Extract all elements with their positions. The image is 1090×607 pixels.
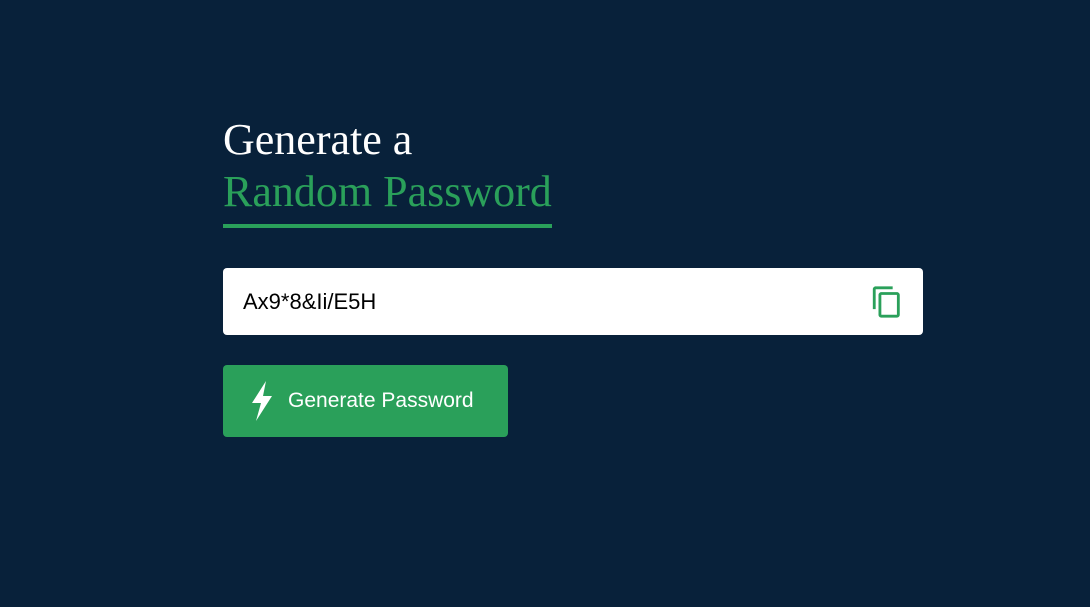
password-generator: Generate a Random Password Ax9*8&Ii/E5H … — [223, 114, 923, 437]
generate-password-label: Generate Password — [288, 389, 474, 412]
title-line-1: Generate a — [223, 115, 413, 164]
title-line-2-highlight: Random Password — [223, 166, 552, 228]
password-value[interactable]: Ax9*8&Ii/E5H — [243, 268, 376, 335]
copy-icon — [872, 286, 900, 318]
password-output-field[interactable]: Ax9*8&Ii/E5H — [223, 268, 923, 335]
generate-password-button[interactable]: Generate Password — [223, 365, 508, 437]
lightning-bolt-icon — [249, 381, 275, 421]
copy-button[interactable] — [867, 282, 907, 322]
page-title: Generate a Random Password — [223, 114, 923, 228]
